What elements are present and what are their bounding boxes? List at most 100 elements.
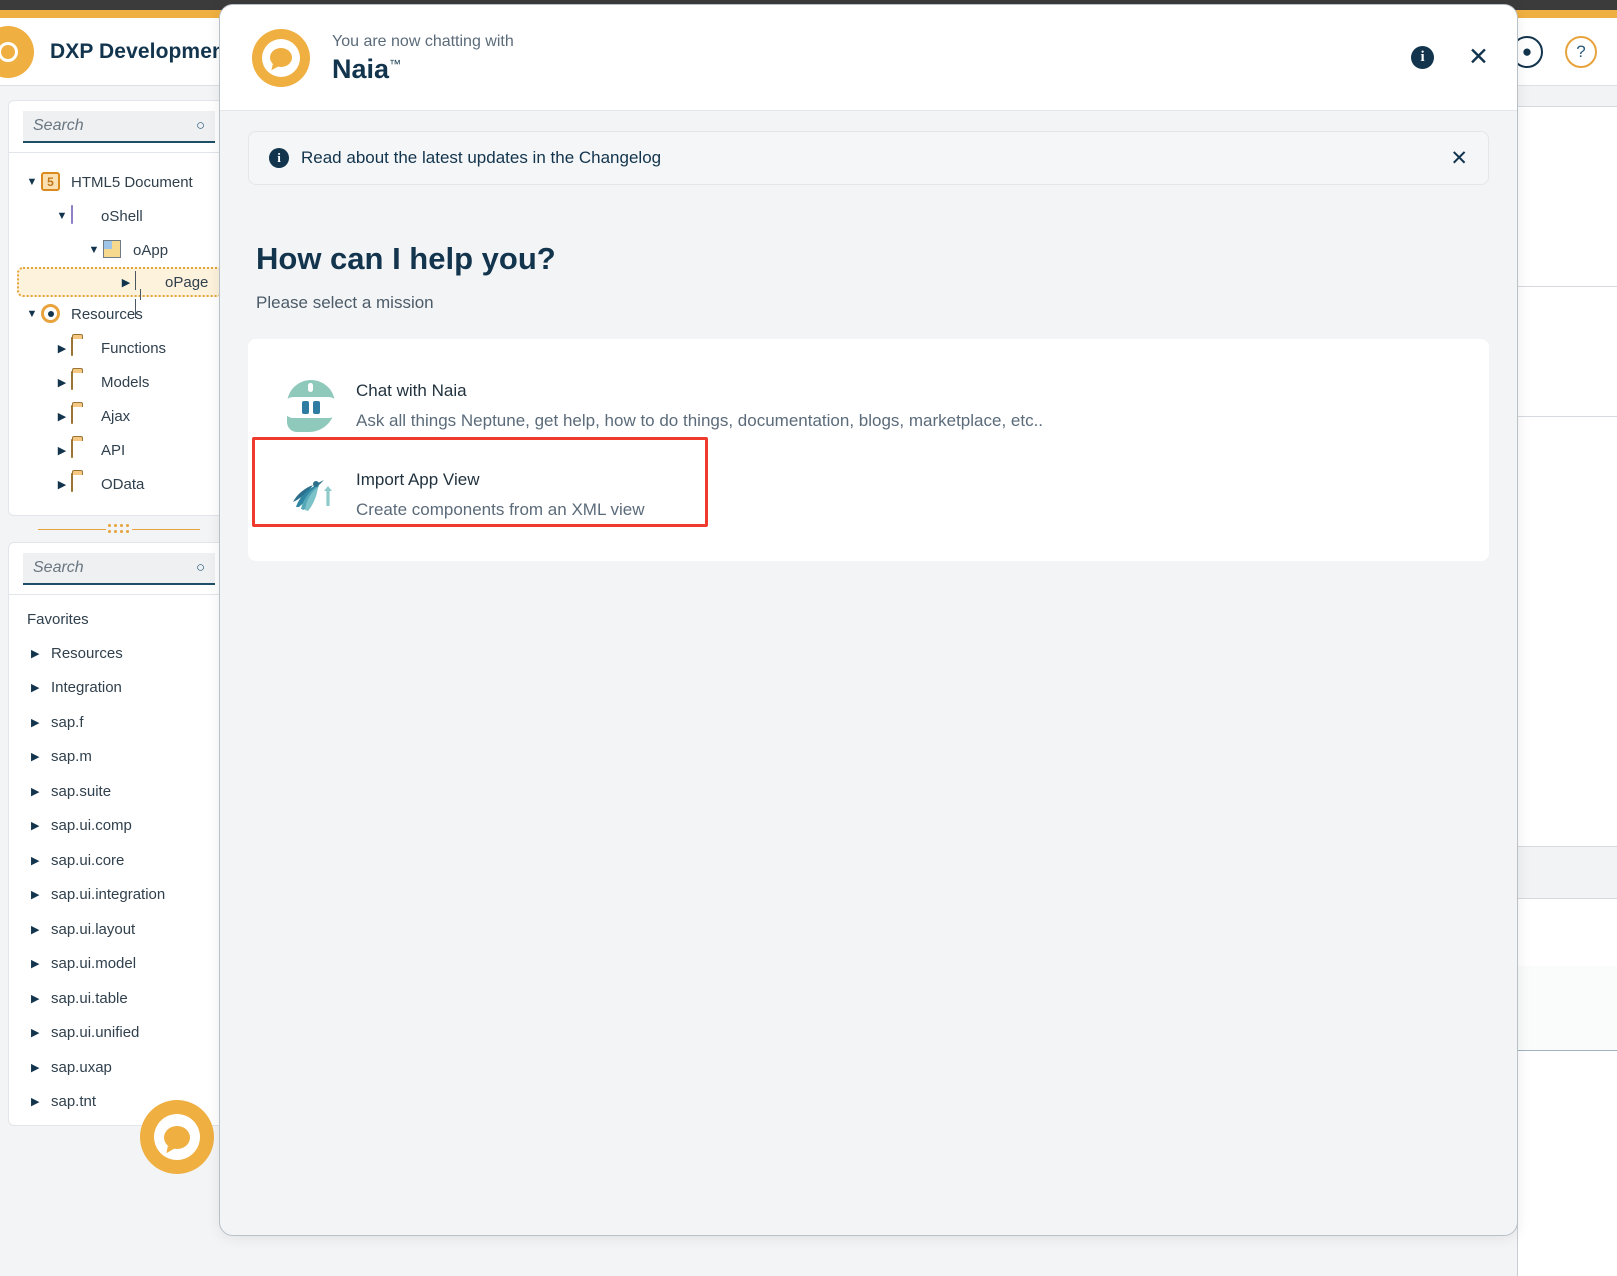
tree-item-label: API bbox=[101, 441, 126, 459]
list-item[interactable]: sap.m bbox=[9, 740, 229, 775]
list-item[interactable]: sap.ui.table bbox=[9, 981, 229, 1016]
tree-item-oshell[interactable]: oShell bbox=[9, 199, 229, 233]
chevron-right-icon[interactable] bbox=[31, 681, 51, 694]
page-title: DXP Development bbox=[50, 39, 232, 63]
library-list: Favorites Resources Integration sap.f sa… bbox=[9, 595, 229, 1125]
naia-avatar-icon bbox=[252, 28, 310, 87]
chevron-down-icon[interactable] bbox=[23, 176, 41, 188]
tree-item-resources[interactable]: Resources bbox=[9, 297, 229, 331]
tree-item-label: Models bbox=[101, 373, 150, 391]
chevron-right-icon[interactable] bbox=[117, 276, 135, 289]
tree-item-models[interactable]: Models bbox=[9, 365, 229, 399]
mission-chat-with-naia[interactable]: Chat with Naia Ask all things Neptune, g… bbox=[264, 361, 1473, 450]
list-item[interactable]: sap.f bbox=[9, 705, 229, 740]
tree-search-input[interactable]: Search ○ bbox=[23, 110, 215, 143]
mission-description: Ask all things Neptune, get help, how to… bbox=[356, 411, 1044, 431]
tree-item-label: Functions bbox=[101, 339, 167, 357]
tree-item-label: Ajax bbox=[101, 407, 131, 425]
list-item-label: sap.tnt bbox=[51, 1093, 97, 1111]
component-tree-panel: Search ○ 5 HTML5 Document oShell bbox=[8, 100, 230, 516]
chevron-right-icon[interactable] bbox=[31, 1095, 51, 1108]
chevron-right-icon[interactable] bbox=[31, 647, 51, 660]
mission-list: Chat with Naia Ask all things Neptune, g… bbox=[248, 339, 1489, 562]
mission-import-app-view[interactable]: Import App View Create components from a… bbox=[264, 450, 1473, 539]
chevron-down-icon[interactable] bbox=[23, 308, 41, 320]
chevron-right-icon[interactable] bbox=[53, 410, 71, 423]
tree-item-functions[interactable]: Functions bbox=[9, 331, 229, 365]
naia-chat-dialog: You are now chatting with Naia™ i ✕ i Re… bbox=[219, 4, 1518, 1236]
list-item[interactable]: sap.suite bbox=[9, 774, 229, 809]
library-search-input[interactable]: Search ○ bbox=[23, 552, 215, 585]
folder-icon bbox=[71, 439, 93, 460]
chevron-right-icon[interactable] bbox=[31, 992, 51, 1005]
list-item[interactable]: sap.ui.integration bbox=[9, 878, 229, 913]
list-item-label: sap.f bbox=[51, 713, 84, 731]
gear-icon bbox=[41, 304, 63, 324]
chevron-right-icon[interactable] bbox=[31, 819, 51, 832]
list-item-label: sap.m bbox=[51, 748, 92, 766]
tree-item-ajax[interactable]: Ajax bbox=[9, 399, 229, 433]
chevron-right-icon[interactable] bbox=[31, 785, 51, 798]
chevron-right-icon[interactable] bbox=[31, 716, 51, 729]
chevron-right-icon[interactable] bbox=[31, 888, 51, 901]
list-item[interactable]: sap.ui.comp bbox=[9, 809, 229, 844]
chevron-right-icon[interactable] bbox=[31, 923, 51, 936]
list-item[interactable]: sap.ui.unified bbox=[9, 1016, 229, 1051]
list-item-label: sap.ui.unified bbox=[51, 1024, 140, 1042]
tree-item-api[interactable]: API bbox=[9, 433, 229, 467]
list-item-label: sap.ui.integration bbox=[51, 886, 166, 904]
list-item[interactable]: Resources bbox=[9, 636, 229, 671]
list-item[interactable]: sap.ui.model bbox=[9, 947, 229, 982]
tree-item-html5-document[interactable]: 5 HTML5 Document bbox=[9, 165, 229, 199]
list-item[interactable]: sap.ui.core bbox=[9, 843, 229, 878]
tree-item-odata[interactable]: OData bbox=[9, 467, 229, 501]
info-icon[interactable]: i bbox=[1411, 46, 1435, 69]
chevron-right-icon[interactable] bbox=[31, 957, 51, 970]
changelog-banner-text: Read about the latest updates in the Cha… bbox=[301, 148, 662, 167]
search-icon[interactable]: ○ bbox=[196, 117, 205, 134]
search-icon[interactable]: ○ bbox=[196, 559, 205, 576]
tree-item-label: oPage bbox=[165, 273, 209, 291]
info-circle-icon: i bbox=[269, 148, 289, 168]
page-icon bbox=[135, 271, 157, 318]
question-mark-icon[interactable]: ? bbox=[1565, 35, 1597, 68]
chevron-right-icon[interactable] bbox=[31, 854, 51, 867]
trademark-mark: ™ bbox=[389, 56, 402, 71]
chevron-right-icon[interactable] bbox=[53, 342, 71, 355]
close-icon[interactable]: ✕ bbox=[1468, 45, 1489, 70]
chevron-right-icon[interactable] bbox=[31, 750, 51, 763]
changelog-banner[interactable]: i Read about the latest updates in the C… bbox=[248, 131, 1489, 185]
chevron-down-icon[interactable] bbox=[53, 210, 71, 222]
list-item[interactable]: Integration bbox=[9, 671, 229, 706]
tree-search-row: Search ○ bbox=[9, 101, 229, 153]
dialog-subheading: Please select a mission bbox=[256, 293, 434, 312]
chevron-down-icon[interactable] bbox=[85, 244, 103, 256]
tree-item-oapp[interactable]: oApp bbox=[9, 233, 229, 267]
list-item-label: sap.uxap bbox=[51, 1058, 112, 1076]
list-item[interactable]: sap.ui.layout bbox=[9, 912, 229, 947]
chat-bubble-icon[interactable] bbox=[140, 1100, 214, 1174]
library-panel: Search ○ Favorites Resources Integration… bbox=[8, 542, 230, 1126]
list-item-label: Integration bbox=[51, 679, 122, 697]
tree-item-label: HTML5 Document bbox=[71, 173, 193, 191]
tree-item-label: Resources bbox=[71, 305, 143, 323]
list-item-label: sap.ui.layout bbox=[51, 920, 136, 938]
library-search-row: Search ○ bbox=[9, 543, 229, 595]
chevron-right-icon[interactable] bbox=[53, 376, 71, 389]
dialog-header: You are now chatting with Naia™ i ✕ bbox=[220, 5, 1517, 111]
tree-item-label: OData bbox=[101, 475, 145, 493]
tree-item-label: oShell bbox=[101, 207, 143, 225]
background-right-panels bbox=[1517, 86, 1617, 1276]
dialog-heading: How can I help you? bbox=[256, 241, 556, 276]
chevron-right-icon[interactable] bbox=[53, 478, 71, 491]
chevron-right-icon[interactable] bbox=[53, 444, 71, 457]
tree-item-opage[interactable]: oPage bbox=[17, 267, 223, 318]
chevron-right-icon[interactable] bbox=[31, 1061, 51, 1074]
list-item[interactable]: sap.uxap bbox=[9, 1050, 229, 1085]
dialog-body: i Read about the latest updates in the C… bbox=[220, 111, 1517, 562]
chevron-right-icon[interactable] bbox=[31, 1026, 51, 1039]
panel-resize-handle[interactable] bbox=[8, 516, 230, 542]
mission-title: Import App View bbox=[356, 470, 480, 490]
folder-icon bbox=[71, 405, 93, 426]
close-icon[interactable]: ✕ bbox=[1450, 146, 1468, 171]
